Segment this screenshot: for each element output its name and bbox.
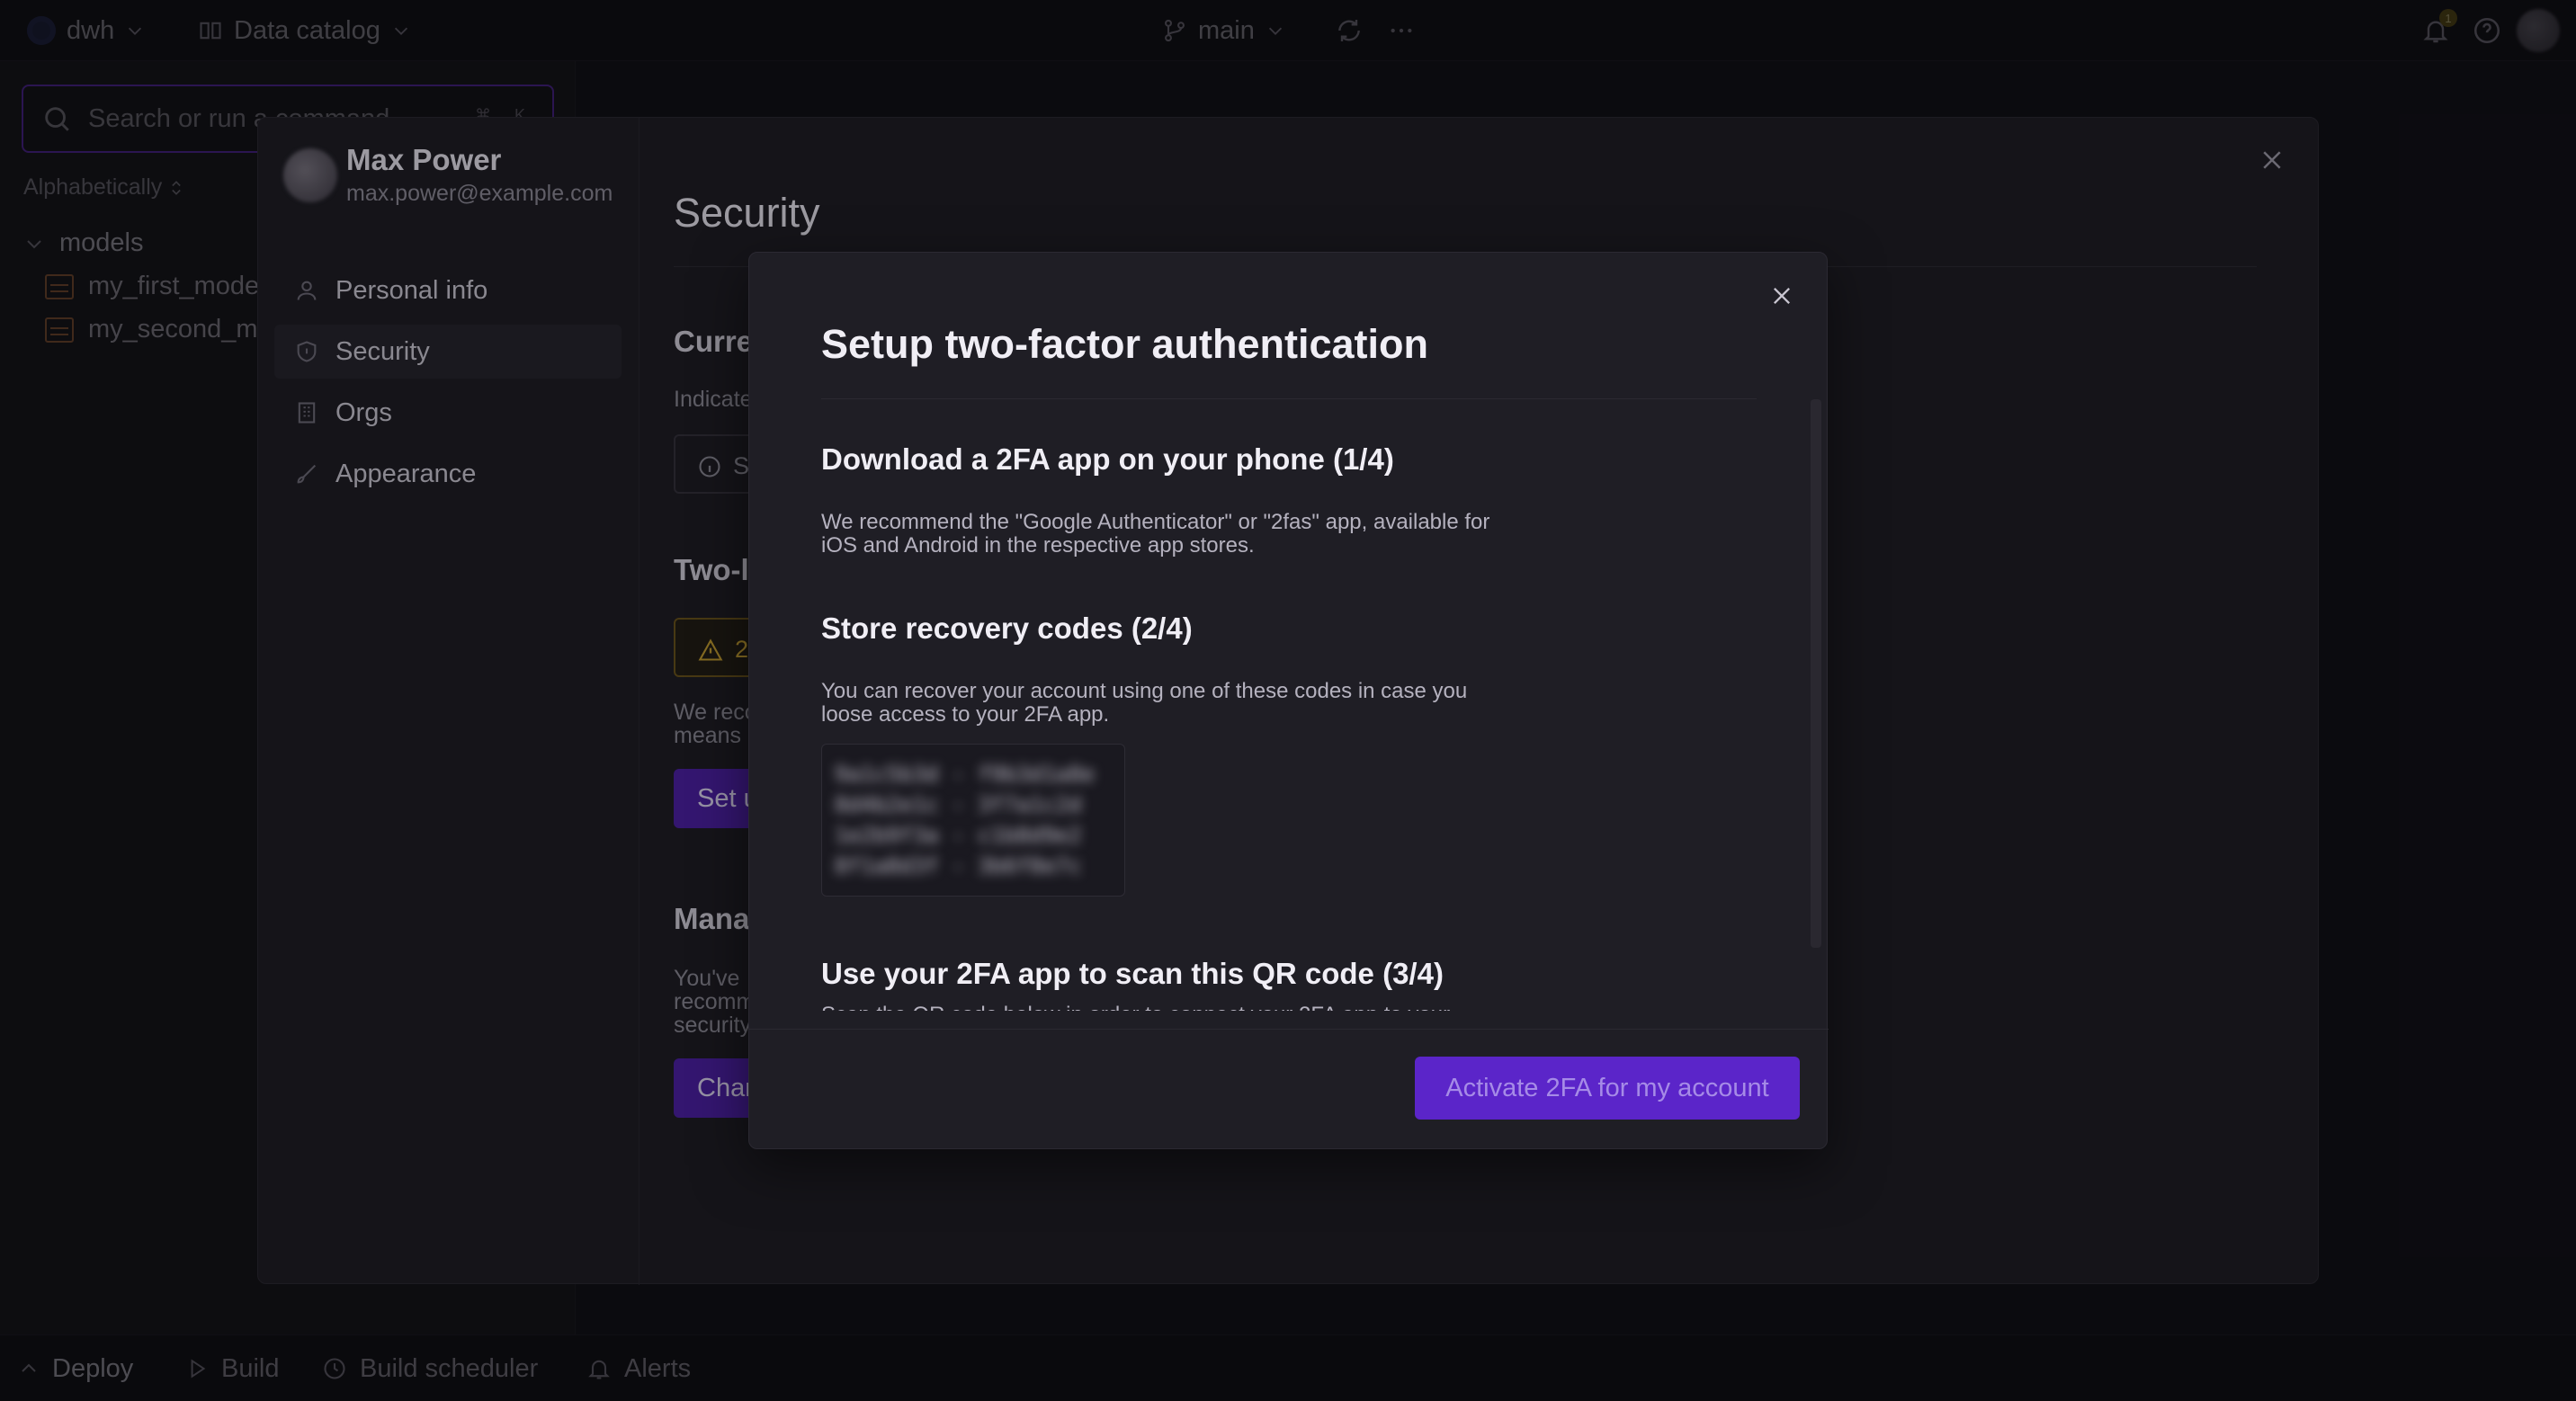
step-heading: Download a 2FA app on your phone (1/4) <box>821 442 1394 476</box>
dialog-footer: Activate 2FA for my account <box>749 1029 1829 1149</box>
dialog-close-button[interactable] <box>1769 283 1794 308</box>
step-heading: Use your 2FA app to scan this QR code (3… <box>821 957 1444 990</box>
two-factor-dialog: Setup two-factor authentication Download… <box>748 252 1829 1149</box>
step-text: We recommend the "Google Authenticator" … <box>821 510 1490 558</box>
step-heading: Store recovery codes (2/4) <box>821 611 1193 645</box>
recovery-code: 8d4b2e1c - 3f7a1c2d <box>835 792 1082 817</box>
scrollbar[interactable] <box>1811 399 1821 948</box>
recovery-code: 9a1c5b3d - f9b3d1a8e <box>835 762 1095 787</box>
step-text: You can recover your account using one o… <box>821 679 1468 727</box>
close-icon <box>1774 288 1790 304</box>
dialog-title: Setup two-factor authentication <box>821 321 1428 367</box>
step-text: Scan the QR code below in order to conne… <box>821 1004 1523 1012</box>
activate-2fa-button[interactable]: Activate 2FA for my account <box>1415 1057 1800 1120</box>
dialog-scroll-area[interactable]: Download a 2FA app on your phone (1/4) W… <box>821 399 1757 1011</box>
recovery-code: 8f1a8d3f - 3b6f8e7c <box>835 853 1082 879</box>
recovery-codes-box: 9a1c5b3d - f9b3d1a8e 8d4b2e1c - 3f7a1c2d… <box>821 744 1125 897</box>
recovery-code: 1e2b9f3a - c1b8d9e2 <box>835 823 1082 848</box>
